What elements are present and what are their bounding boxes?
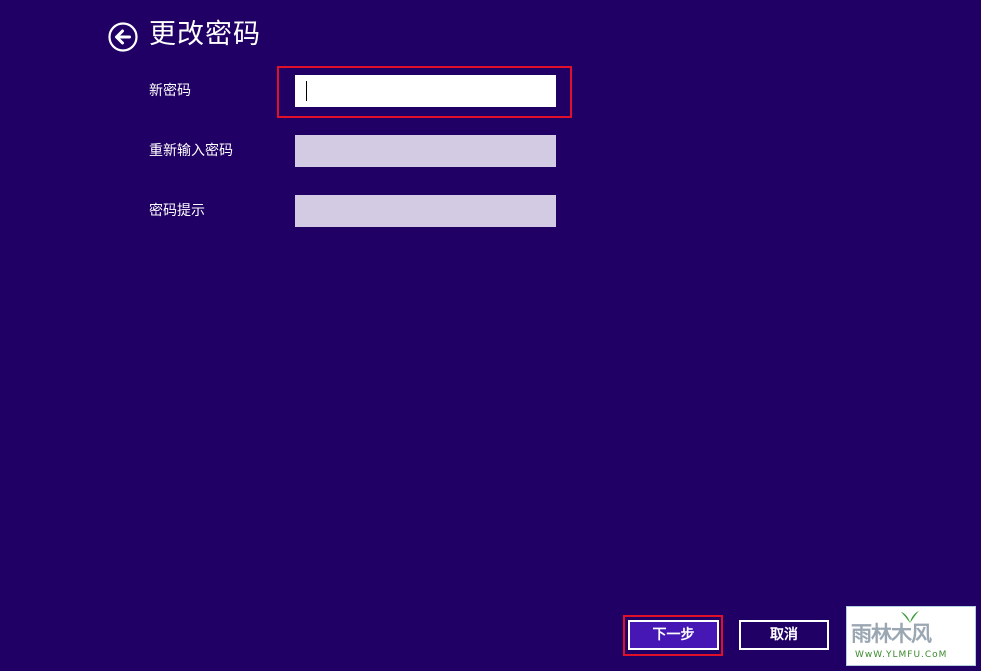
new-password-field[interactable]: [295, 75, 556, 107]
watermark-url: WwW.YLMFU.CoM: [855, 650, 948, 660]
next-button[interactable]: 下一步: [628, 620, 719, 650]
password-hint-field[interactable]: [295, 195, 556, 227]
watermark-logo: 雨林木风 WwW.YLMFU.CoM: [846, 606, 976, 666]
back-arrow-circle-icon: [108, 22, 138, 52]
page-title: 更改密码: [149, 19, 261, 50]
text-caret: [306, 81, 307, 101]
new-password-label: 新密码: [149, 83, 191, 99]
back-button[interactable]: [108, 22, 138, 52]
reenter-password-field[interactable]: [295, 135, 556, 167]
password-hint-label: 密码提示: [149, 203, 205, 219]
watermark-text: 雨林木风: [851, 621, 932, 646]
cancel-button[interactable]: 取消: [739, 620, 829, 650]
reenter-password-label: 重新输入密码: [149, 143, 233, 159]
